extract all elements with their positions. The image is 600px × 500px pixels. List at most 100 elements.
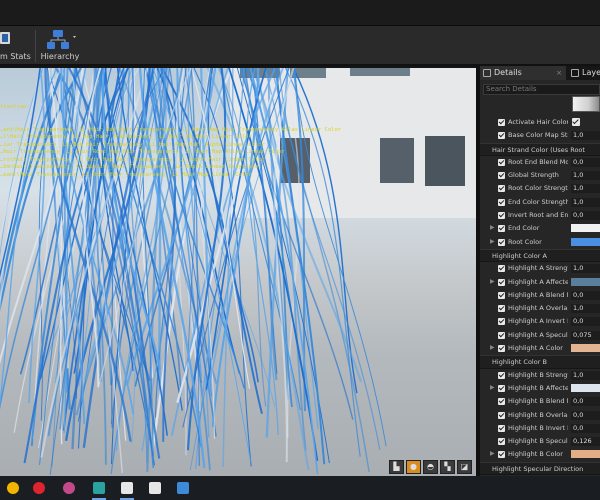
property-value-field[interactable]: 0,0	[571, 410, 600, 420]
property-value-field[interactable]: 0,0	[571, 317, 600, 327]
expand-arrow-icon[interactable]: ▶	[490, 384, 495, 391]
property-row: End Color Strength 1,0	[480, 196, 600, 209]
property-value-field[interactable]: 1,0	[571, 197, 600, 207]
override-checkbox[interactable]	[498, 398, 505, 406]
property-label: End Color	[508, 224, 540, 233]
expand-arrow-icon[interactable]: ▶	[490, 344, 495, 351]
property-category-header[interactable]: Highlight Color B	[480, 355, 600, 369]
property-label: Root Color Strength	[508, 184, 568, 193]
property-category-header[interactable]: Highlight Specular Direction	[480, 461, 600, 476]
override-checkbox[interactable]	[498, 438, 505, 446]
photos-icon-glyph	[177, 482, 189, 494]
texture-thumbnail[interactable]	[572, 96, 600, 112]
viewport-mode-button-2[interactable]: ●	[406, 460, 421, 474]
tab-details[interactable]: Details ×	[480, 66, 566, 80]
viewport-mode-button-3[interactable]: ◓	[423, 460, 438, 474]
override-checkbox[interactable]	[498, 291, 505, 299]
opera-icon-glyph	[33, 482, 45, 494]
override-checkbox[interactable]	[498, 212, 505, 220]
property-label: Root Color	[508, 237, 542, 246]
property-row: Highlight B Blend Mode0,0	[480, 395, 600, 408]
stats-line: …iar_Transparency__LL_Map_Hair_Transpare…	[0, 141, 265, 148]
color-swatch[interactable]	[571, 450, 600, 459]
property-label: Highlight B Affected Ra	[508, 383, 568, 392]
property-value-field[interactable]: 1,0	[571, 131, 600, 141]
search-details-input[interactable]: Search Details	[483, 84, 600, 95]
unreal-icon[interactable]	[118, 479, 136, 500]
property-row: ▶ Highlight A Color	[480, 342, 600, 355]
viewport-mode-button-1[interactable]: ▙	[389, 460, 404, 474]
stats-line: …rs\Hair_Transparency__LL_Hair_Map_Hair_…	[0, 156, 265, 163]
property-value-field[interactable]: 0,0	[571, 290, 600, 300]
property-category-header[interactable]: Highlight Color A	[480, 248, 600, 263]
expand-arrow-icon[interactable]: ▶	[490, 278, 495, 285]
property-list: Activate Hair Color Base Color Map Streng…	[480, 116, 600, 476]
property-row: Highlight A Specular St0,075	[480, 329, 600, 342]
override-checkbox[interactable]	[498, 384, 505, 392]
property-value-field[interactable]: 1,0	[571, 264, 600, 274]
property-value-field[interactable]: 1,0	[571, 171, 600, 181]
color-swatch[interactable]	[571, 344, 600, 353]
override-checkbox[interactable]	[498, 411, 505, 419]
maya-icon-glyph	[93, 482, 105, 494]
override-checkbox[interactable]	[498, 451, 505, 459]
property-value-field[interactable]: 0,0	[571, 397, 600, 407]
override-checkbox[interactable]	[498, 119, 505, 126]
override-checkbox[interactable]	[498, 185, 505, 193]
opera-icon[interactable]	[30, 479, 48, 497]
viewport-mode-button-4[interactable]: ▚	[440, 460, 455, 474]
cube-app-icon[interactable]	[146, 479, 164, 497]
chrome-icon[interactable]	[4, 479, 22, 497]
details-panel: Details × Laye Search Details Activate H…	[480, 66, 600, 476]
property-value-field[interactable]: 0,075	[571, 330, 600, 340]
property-label: Invert Root and End Col	[508, 211, 568, 220]
property-row: Highlight A Blend Mode0,0	[480, 289, 600, 302]
property-value-field[interactable]: 0,126	[571, 437, 600, 447]
color-swatch[interactable]	[571, 277, 600, 286]
override-checkbox[interactable]	[498, 238, 505, 246]
color-swatch[interactable]	[571, 224, 600, 233]
override-checkbox[interactable]	[498, 132, 505, 140]
stats-line	[0, 112, 341, 120]
color-swatch[interactable]	[571, 237, 600, 246]
expand-arrow-icon[interactable]: ▶	[490, 450, 495, 457]
override-checkbox[interactable]	[498, 172, 505, 180]
property-label: Root End Blend Mode	[508, 157, 568, 166]
override-checkbox[interactable]	[498, 198, 505, 206]
property-value-field[interactable]: 0,0	[571, 423, 600, 433]
windows-taskbar	[0, 476, 600, 500]
stats-line: ttaction:	[0, 104, 30, 110]
override-checkbox[interactable]	[498, 278, 505, 286]
override-checkbox[interactable]	[498, 158, 505, 166]
maya-icon[interactable]	[90, 479, 108, 500]
property-value-field[interactable]: 0,0	[571, 211, 600, 221]
stats-line: …bm\Hair_Transparency__LL_Opacity_Hair_T…	[0, 164, 259, 170]
property-value-field[interactable]: 0,0	[571, 157, 600, 167]
property-value-field[interactable]: 1,0	[571, 370, 600, 380]
viewport-mode-button-5[interactable]: ◪	[457, 460, 472, 474]
override-checkbox[interactable]	[498, 318, 505, 326]
photos-icon[interactable]	[174, 479, 192, 497]
property-value-field[interactable]: 1,0	[571, 304, 600, 314]
override-checkbox[interactable]	[498, 424, 505, 432]
level-viewport[interactable]: ttaction: …ant\Hair_Transparency__LL_Hai…	[0, 68, 476, 476]
tab-layers[interactable]: Laye	[568, 66, 600, 80]
expand-arrow-icon[interactable]: ▶	[490, 238, 495, 245]
stats-button[interactable]: m Stats	[0, 28, 34, 64]
color-swatch[interactable]	[571, 383, 600, 392]
close-tab-icon[interactable]: ×	[556, 66, 562, 80]
override-checkbox[interactable]	[498, 345, 505, 353]
override-checkbox[interactable]	[498, 371, 505, 379]
property-category-header[interactable]: Hair Strand Color (Uses Root	[480, 142, 600, 156]
hierarchy-button[interactable]: Hierarchy	[40, 28, 80, 64]
override-checkbox[interactable]	[498, 265, 505, 273]
pink-app-icon[interactable]	[60, 479, 78, 497]
expand-arrow-icon[interactable]: ▶	[490, 224, 495, 231]
property-label: Highlight B Blend Mode	[508, 397, 568, 406]
property-checkbox[interactable]	[572, 118, 580, 126]
override-checkbox[interactable]	[498, 331, 505, 339]
property-value-field[interactable]: 1,0	[571, 184, 600, 194]
override-checkbox[interactable]	[498, 305, 505, 313]
property-row: ▶ Root Color	[480, 236, 600, 249]
override-checkbox[interactable]	[498, 225, 505, 233]
